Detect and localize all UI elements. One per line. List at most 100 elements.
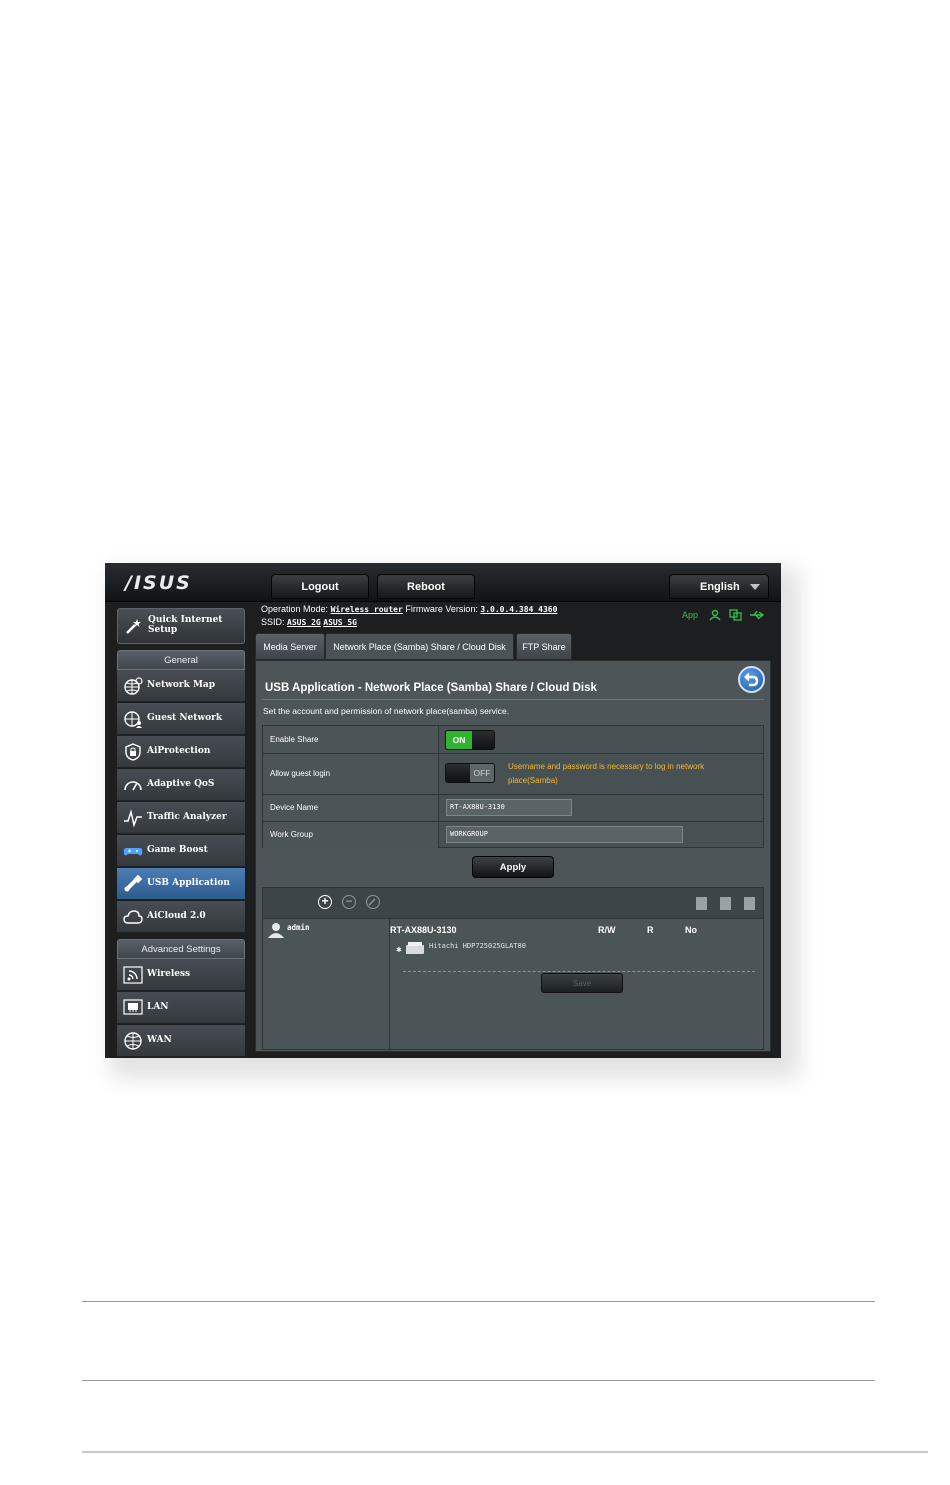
enable-share-label: Enable Share [270,735,319,744]
save-divider [403,971,755,972]
work-group-input[interactable]: WORKGROUP [446,826,683,843]
sidebar-item-guest-network[interactable]: Guest Network [117,703,245,735]
sidebar-item-usb-application[interactable]: USB Application [117,868,245,900]
language-select[interactable]: English [669,574,769,599]
account-name[interactable]: admin [287,923,310,932]
quick-internet-setup-button[interactable]: Quick Internet Setup [117,608,245,644]
add-account-icon[interactable]: + [318,895,332,909]
main-panel: USB Application - Network Place (Samba) … [255,660,771,1052]
account-toolbar: + − [263,888,763,919]
sidebar-item-game-boost[interactable]: Game Boost [117,835,245,867]
sidebar-item-lan[interactable]: LAN [117,992,245,1024]
sidebar-item-label: Network Map [147,680,216,690]
usb-status-icon[interactable] [749,610,765,620]
gamepad-icon [123,848,143,856]
device-name-input[interactable]: RT-AX88U-3130 [446,799,572,816]
app-link[interactable]: App [682,610,698,620]
operation-mode-label: Operation Mode: [261,604,329,614]
sidebar-item-aicloud[interactable]: AiCloud 2.0 [117,901,245,933]
ssid-5g-link[interactable]: ASUS_5G [323,618,357,627]
title-divider [262,699,764,700]
disk-name[interactable]: Hitachi HDP725025GLAT80 [429,942,526,950]
guest-login-toggle[interactable]: OFF [445,763,495,783]
quick-internet-setup-label: Quick Internet Setup [148,615,223,635]
column-rw: R/W [598,925,616,935]
account-permission-table: + − admin RT-AX88U-3130 R/W R No ✱ Hitac… [262,887,764,1050]
guest-globe-icon [124,711,142,728]
tab-ftp-share[interactable]: FTP Share [516,633,572,660]
sidebar-item-adaptive-qos[interactable]: Adaptive QoS [117,769,245,801]
user-status-icon[interactable] [709,609,721,621]
usb-icon [124,875,143,892]
work-group-label: Work Group [270,830,313,839]
toggle-on-state: ON [446,731,472,749]
globe-icon [124,677,143,695]
sidebar-item-label: Adaptive QoS [147,779,215,789]
user-avatar-icon [268,923,284,938]
device-name-label: Device Name [270,803,319,812]
back-arrow-icon [744,672,759,687]
page-rule-top [82,1301,875,1302]
back-button[interactable] [738,666,765,693]
reboot-button[interactable]: Reboot [377,574,475,599]
enable-share-toggle[interactable]: ON [445,730,495,750]
add-folder-icon[interactable] [696,897,707,910]
apply-button[interactable]: Apply [472,856,554,878]
language-value: English [700,580,740,593]
chevron-down-icon [750,584,760,590]
expand-marker-icon[interactable]: ✱ [396,946,402,954]
general-section-header: General [117,650,245,670]
sidebar-item-network-map[interactable]: Network Map [117,670,245,702]
sidebar-item-aiprotection[interactable]: AiProtection [117,736,245,768]
sidebar-item-label: Wireless [147,969,191,979]
save-button[interactable]: Save [541,973,623,993]
edit-folder-icon[interactable] [744,897,755,910]
guest-login-row: Allow guest login OFF Username and passw… [263,754,763,795]
wifi-icon [123,966,143,984]
advanced-settings-header: Advanced Settings [117,939,245,959]
remove-account-icon[interactable]: − [342,895,356,909]
sidebar-item-wan[interactable]: WAN [117,1025,245,1057]
column-r: R [647,925,654,935]
device-name-row: Device Name RT-AX88U-3130 [263,795,763,822]
page-rule-bottom [82,1451,928,1453]
router-admin-screenshot: /ISUS Logout Reboot English Quick Intern… [105,563,781,1058]
toggle-off-state: OFF [470,764,494,782]
sidebar-item-label: AiProtection [147,746,211,756]
guest-login-warning: Username and password is necessary to lo… [508,762,705,785]
asus-logo: /ISUS [125,572,192,594]
hard-drive-icon [406,942,424,954]
status-icons: App [682,609,765,621]
firmware-label: Firmware Version: [405,604,478,614]
logout-button[interactable]: Logout [271,574,369,599]
page-rule-middle [82,1380,875,1381]
top-bar: /ISUS Logout Reboot English [105,563,781,602]
sidebar-item-wireless[interactable]: Wireless [117,959,245,991]
operation-mode-link[interactable]: Wireless router [331,605,403,614]
shield-lock-icon [125,743,141,761]
copy-status-icon[interactable] [729,609,742,621]
edit-account-icon[interactable] [366,895,380,909]
share-settings-table: Enable Share ON Allow guest login OFF Us… [262,725,764,848]
gauge-icon [124,781,142,791]
sidebar-item-traffic-analyzer[interactable]: Traffic Analyzer [117,802,245,834]
tab-samba-share[interactable]: Network Place (Samba) Share / Cloud Disk [325,633,514,660]
sidebar-item-label: USB Application [147,878,230,888]
page-title: USB Application - Network Place (Samba) … [265,682,597,694]
delete-folder-icon[interactable] [720,897,731,910]
ssid-2g-link[interactable]: ASUS_2G [287,618,321,627]
ssid-label: SSID: [261,617,285,627]
guest-login-label: Allow guest login [270,769,331,778]
wand-icon [126,619,141,634]
sidebar-item-label: AiCloud 2.0 [147,911,206,921]
lan-icon [123,999,143,1015]
sidebar-item-label: WAN [147,1035,172,1045]
toggle-knob [472,731,494,749]
cloud-icon [123,910,143,924]
sidebar-item-label: LAN [147,1002,169,1012]
status-info: Operation Mode: Wireless router Firmware… [261,603,557,629]
wan-globe-icon [124,1032,142,1050]
tab-media-server[interactable]: Media Server [255,633,325,660]
firmware-link[interactable]: 3.0.0.4.384_4360 [480,605,557,614]
column-no: No [685,925,697,935]
